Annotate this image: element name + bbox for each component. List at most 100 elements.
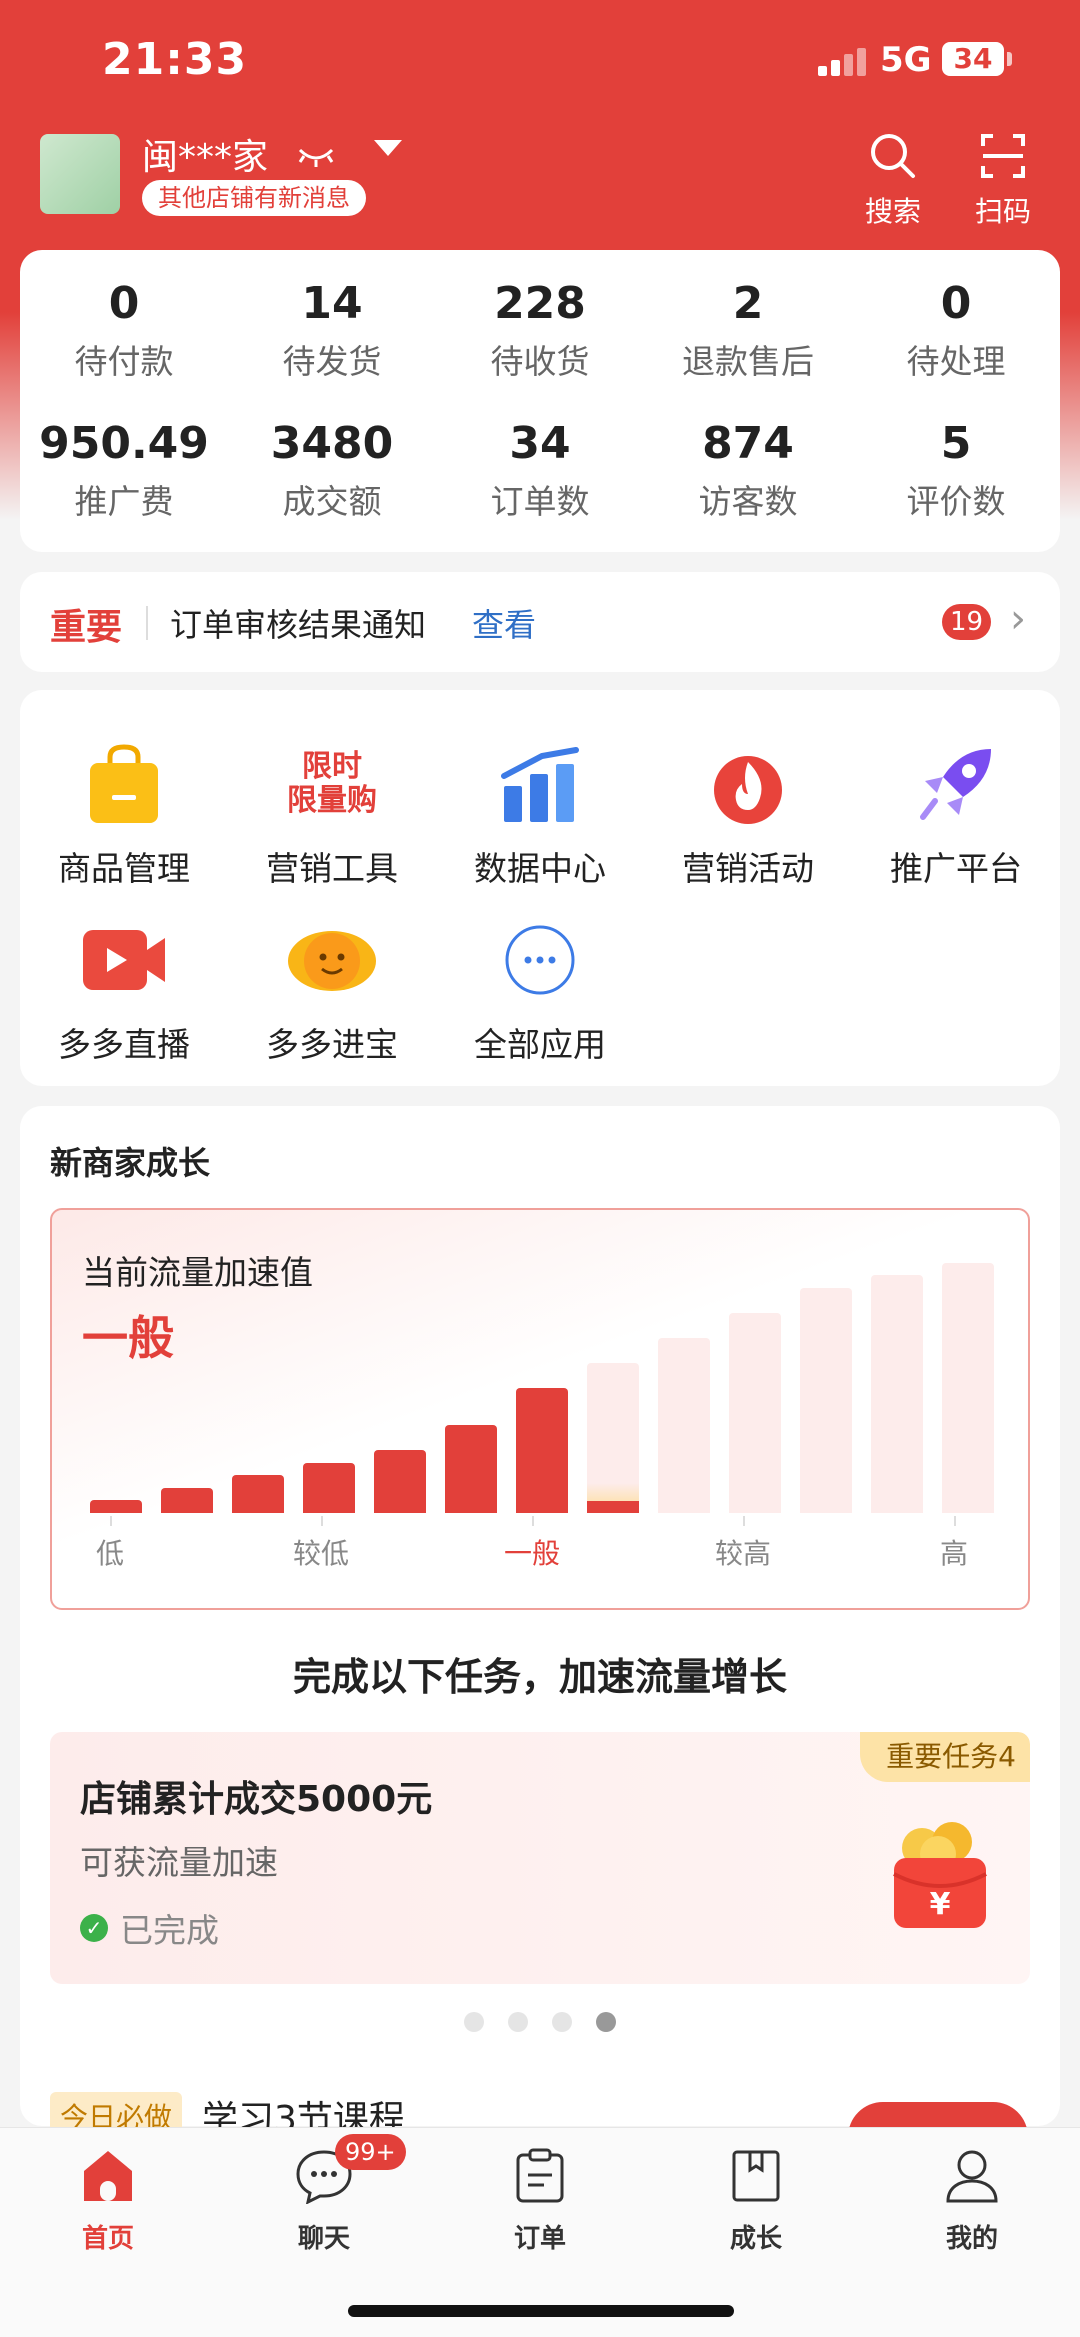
battery-tip: [1007, 52, 1012, 66]
shopping-bag-icon: [20, 736, 228, 832]
tab-chat[interactable]: 聊天 99+: [249, 2134, 406, 2255]
axis-tick: [743, 1516, 745, 1526]
tab-me[interactable]: 我的: [897, 2144, 1047, 2255]
stat-value: 228: [494, 278, 586, 329]
order-icon: [465, 2144, 615, 2208]
app-label: 推广平台: [890, 849, 1022, 888]
chart-bar: [374, 1450, 426, 1513]
tab-label: 我的: [945, 2224, 998, 2254]
stat-visitors[interactable]: 874 访客数: [644, 418, 852, 523]
shop-name[interactable]: 闽***家: [142, 128, 268, 180]
rocket-icon: [852, 736, 1060, 832]
status-time: 21:33: [102, 34, 248, 85]
stat-value: 3480: [270, 418, 394, 469]
chart-bar: [800, 1288, 852, 1513]
app-label: 多多进宝: [266, 1025, 398, 1064]
stat-label: 待付款: [74, 342, 174, 381]
scan-button[interactable]: 扫码: [958, 128, 1048, 230]
hide-eye-icon[interactable]: [296, 140, 336, 178]
axis-tick: [110, 1516, 112, 1526]
network-type: 5G: [880, 40, 932, 80]
more-icon: [436, 912, 644, 1008]
stat-value: 14: [301, 278, 363, 329]
tab-label: 首页: [81, 2224, 134, 2254]
carousel-dot[interactable]: [508, 2012, 528, 2032]
stat-label: 成交额: [282, 482, 382, 521]
stat-pending-shipment[interactable]: 14 待发货: [228, 278, 436, 383]
app-marketing-events[interactable]: 营销活动: [644, 736, 852, 890]
traffic-acceleration-chart: 当前流量加速值 一般 低较低 一般 较高高: [50, 1208, 1030, 1610]
flash-sale-text-2: 限量购: [287, 783, 377, 818]
notice-tag: 重要: [50, 607, 123, 648]
carousel-dot-active[interactable]: [596, 2012, 616, 2032]
stat-gmv[interactable]: 3480 成交额: [228, 418, 436, 523]
search-label: 搜索: [864, 195, 921, 228]
divider: [146, 606, 148, 640]
app-label: 商品管理: [58, 849, 190, 888]
tab-growth[interactable]: 成长: [681, 2144, 831, 2255]
tasks-title: 完成以下任务，加速流量增长: [292, 1655, 787, 1699]
task-status-text: 已完成: [120, 1911, 219, 1950]
app-product-management[interactable]: 商品管理: [20, 736, 228, 890]
app-all-apps[interactable]: 全部应用: [436, 912, 644, 1066]
other-shop-notice[interactable]: 其他店铺有新消息: [142, 180, 366, 216]
user-icon: [897, 2144, 1047, 2208]
search-button[interactable]: 搜索: [848, 128, 938, 230]
stat-refund[interactable]: 2 退款售后: [644, 278, 852, 383]
app-promotion-platform[interactable]: 推广平台: [852, 736, 1060, 890]
chart-bar: [729, 1313, 781, 1513]
app-label: 数据中心: [474, 849, 606, 888]
chart-bar: [90, 1500, 142, 1513]
axis-level-label: 高: [939, 1537, 968, 1570]
chart-bar: [161, 1488, 213, 1513]
notice-view-link[interactable]: 查看: [472, 600, 536, 646]
stat-to-handle[interactable]: 0 待处理: [852, 278, 1060, 383]
flash-sale-icon: 限时 限量购: [228, 736, 436, 832]
scan-label: 扫码: [974, 195, 1031, 228]
chart-bar: [232, 1475, 284, 1513]
tab-home[interactable]: 首页: [33, 2144, 183, 2255]
stat-label: 订单数: [490, 482, 590, 521]
app-data-center[interactable]: 数据中心: [436, 736, 644, 890]
stat-orders[interactable]: 34 订单数: [436, 418, 644, 523]
stat-label: 访客数: [698, 482, 798, 521]
app-grid: 商品管理 限时 限量购 营销工具 数据中心 营销活动 推广平台 多多直播 多多进…: [20, 690, 1060, 1086]
carousel-dot[interactable]: [464, 2012, 484, 2032]
task-status: ✓ 已完成: [80, 1904, 219, 1952]
task-subtitle: 可获流量加速: [80, 1843, 278, 1882]
axis-level-label: 低: [95, 1537, 124, 1570]
chart-bar: [942, 1263, 994, 1513]
app-duoduo-jinbao[interactable]: 多多进宝: [228, 912, 436, 1066]
check-icon: ✓: [80, 1914, 108, 1942]
stat-value: 0: [108, 278, 140, 329]
notice-count-badge: 19: [942, 604, 992, 640]
axis-level-label: 一般: [503, 1537, 560, 1570]
growth-title: 新商家成长: [50, 1144, 211, 1182]
task-card[interactable]: 重要任务4 店铺累计成交5000元 可获流量加速 ✓ 已完成 ¥: [50, 1732, 1030, 1984]
treasure-icon: [228, 912, 436, 1008]
stat-label: 待发货: [282, 342, 382, 381]
chevron-down-icon[interactable]: [374, 140, 402, 156]
carousel-dot[interactable]: [552, 2012, 572, 2032]
flash-sale-text-1: 限时: [302, 749, 362, 784]
important-notice-bar[interactable]: 重要 订单审核结果通知 查看 19 ›: [20, 572, 1060, 672]
status-bar: 21:33 5G 34: [0, 0, 1080, 120]
stat-value: 950.49: [39, 418, 209, 469]
axis-tick: [954, 1516, 956, 1526]
task-name: 店铺累计成交5000元: [80, 1779, 433, 1820]
signal-icon: [818, 48, 868, 76]
shop-avatar[interactable]: [40, 134, 120, 214]
axis-level-label: 较高: [714, 1537, 771, 1570]
stat-pending-payment[interactable]: 0 待付款: [20, 278, 228, 383]
app-live-streaming[interactable]: 多多直播: [20, 912, 228, 1066]
stat-reviews[interactable]: 5 评价数: [852, 418, 1060, 523]
home-indicator: [348, 2305, 734, 2317]
stat-promotion-fee[interactable]: 950.49 推广费: [20, 418, 228, 523]
app-marketing-tools[interactable]: 限时 限量购 营销工具: [228, 736, 436, 890]
stat-pending-receipt[interactable]: 228 待收货: [436, 278, 644, 383]
stat-value: 0: [940, 278, 972, 329]
current-level: 一般: [82, 1311, 174, 1365]
tab-orders[interactable]: 订单: [465, 2144, 615, 2255]
bar-chart-icon: [436, 736, 644, 832]
live-video-icon: [20, 912, 228, 1008]
